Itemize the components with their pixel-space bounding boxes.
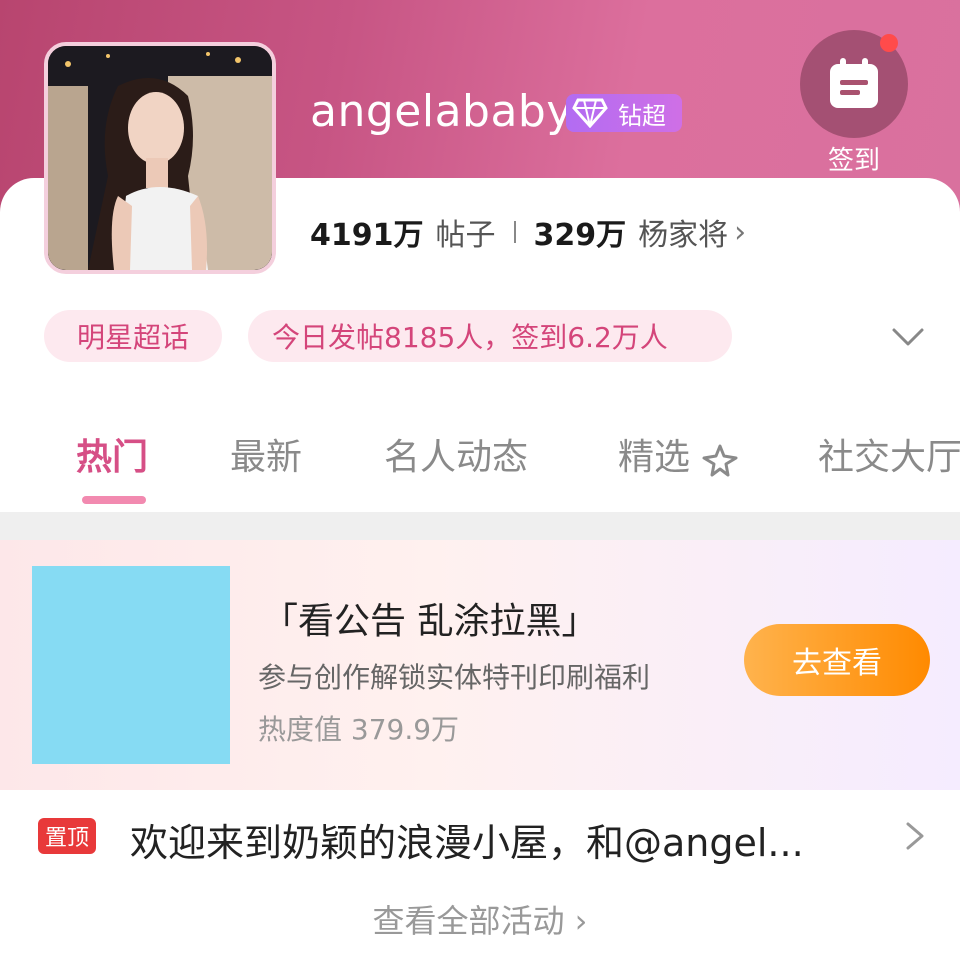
notification-dot	[880, 34, 898, 52]
pinned-text[interactable]: 欢迎来到奶颖的浪漫小屋，和@angel...	[130, 812, 870, 867]
tab-hot[interactable]: 热门	[76, 430, 148, 486]
view-all-activities[interactable]: 查看全部活动 ›	[0, 896, 960, 942]
chevron-right-icon[interactable]	[902, 818, 928, 854]
tab-celebrity[interactable]: 名人动态	[384, 430, 528, 486]
calendar-icon	[830, 58, 878, 108]
chevron-down-icon[interactable]	[888, 318, 928, 358]
promo-subtitle: 参与创作解锁实体特刊印刷福利	[258, 661, 651, 694]
stats-row: 4191万 帖子 329万 杨家将 ›	[310, 210, 746, 254]
fans-label[interactable]: 杨家将	[638, 210, 728, 254]
chevron-right-icon[interactable]: ›	[734, 215, 746, 250]
promo-image[interactable]	[32, 566, 230, 764]
profile-name: angelababy	[310, 86, 573, 137]
pinned-badge: 置顶	[38, 818, 96, 854]
badge-label: 钻超	[618, 101, 666, 130]
section-divider	[0, 512, 960, 540]
super-badge[interactable]: 钻超	[566, 94, 682, 132]
tab-latest[interactable]: 最新	[230, 430, 302, 486]
fans-count[interactable]: 329万	[534, 210, 627, 254]
posts-label: 帖子	[435, 218, 496, 253]
avatar[interactable]	[44, 42, 276, 274]
daily-stats-tag[interactable]: 今日发帖8185人，签到6.2万人	[248, 310, 732, 362]
sparkle-icon	[702, 444, 738, 477]
avatar-photo	[48, 46, 272, 270]
tab-social-hall[interactable]: 社交大厅	[818, 430, 960, 486]
tab-featured[interactable]: 精选	[618, 430, 690, 486]
category-tag[interactable]: 明星超话	[44, 310, 222, 362]
stats-divider	[513, 221, 516, 243]
diamond-icon	[566, 94, 614, 132]
checkin-label[interactable]: 签到	[800, 140, 908, 177]
posts-count: 4191万	[310, 218, 424, 253]
view-button[interactable]: 去查看	[744, 624, 930, 696]
promo-title: 「看公告 乱涂拉黑」	[262, 601, 598, 642]
tab-bar: 热门 最新 名人动态 精选 社交大厅	[0, 430, 960, 490]
promo-heat: 热度值 379.9万	[258, 713, 460, 746]
active-tab-indicator	[82, 496, 146, 504]
